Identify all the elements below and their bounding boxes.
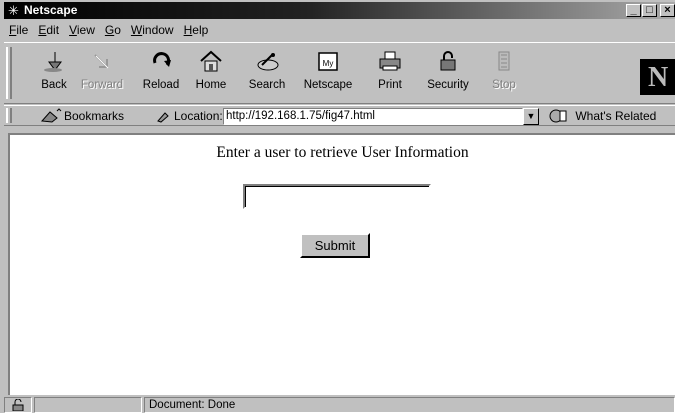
menu-edit[interactable]: Edit: [33, 21, 64, 39]
search-label: Search: [248, 79, 286, 91]
menu-help[interactable]: Help: [179, 21, 214, 39]
netscape-label: Netscape: [303, 79, 353, 91]
bookmarks-label: Bookmarks: [64, 109, 125, 123]
security-status-cell[interactable]: [4, 397, 32, 413]
maximize-button[interactable]: □: [642, 4, 657, 17]
print-label: Print: [378, 79, 402, 91]
page-prompt-text: Enter a user to retrieve User Informatio…: [216, 144, 469, 161]
stop-button[interactable]: Stop: [482, 49, 526, 101]
title-bar[interactable]: ✳ Netscape _ □ ×: [4, 2, 675, 19]
home-label: Home: [195, 79, 227, 91]
toolbar-grip[interactable]: [6, 47, 12, 99]
status-bar: Document: Done: [4, 396, 675, 413]
user-input-field[interactable]: [243, 184, 431, 209]
close-button[interactable]: ×: [660, 4, 675, 17]
browser-window: ✳ Netscape _ □ × File Edit View Go Windo…: [0, 0, 675, 413]
print-button[interactable]: Print: [368, 49, 412, 101]
page-proxy-icon[interactable]: [156, 109, 170, 123]
netscape-logo[interactable]: N: [640, 59, 675, 95]
navigation-toolbar: Back Forward Reload Home Search My Netsc…: [4, 42, 675, 104]
menu-file[interactable]: File: [4, 21, 33, 39]
bookmarks-button[interactable]: Bookmarks: [40, 108, 125, 124]
url-dropdown-button[interactable]: ▼: [523, 108, 539, 125]
menu-view[interactable]: View: [64, 21, 100, 39]
search-icon: [257, 53, 279, 71]
page-content: Enter a user to retrieve User Informatio…: [8, 133, 675, 395]
forward-label: Forward: [80, 79, 124, 91]
back-button[interactable]: Back: [34, 49, 74, 101]
stop-label: Stop: [492, 79, 516, 91]
my-netscape-icon: My: [318, 52, 338, 71]
printer-icon: [379, 51, 401, 71]
location-toolbar: Bookmarks Location: http://192.168.1.75/…: [4, 105, 675, 126]
minimize-button[interactable]: _: [626, 4, 641, 17]
forward-button[interactable]: Forward: [74, 49, 130, 101]
submit-button[interactable]: Submit: [300, 233, 370, 258]
menu-window[interactable]: Window: [126, 21, 179, 39]
netscape-button[interactable]: My Netscape: [296, 49, 360, 101]
home-button[interactable]: Home: [188, 49, 234, 101]
back-label: Back: [41, 79, 67, 91]
menu-bar: File Edit View Go Window Help: [4, 21, 213, 39]
search-button[interactable]: Search: [242, 49, 292, 101]
reload-label: Reload: [142, 79, 180, 91]
menu-go[interactable]: Go: [100, 21, 126, 39]
whats-related-label: What's Related: [575, 109, 657, 123]
home-icon: [200, 50, 222, 72]
url-input[interactable]: http://192.168.1.75/fig47.html: [223, 108, 523, 125]
reload-button[interactable]: Reload: [136, 49, 186, 101]
back-arrow-icon: [44, 52, 62, 72]
security-button[interactable]: Security: [420, 49, 476, 101]
security-label: Security: [427, 79, 469, 91]
location-label: Location:: [156, 108, 223, 124]
reload-icon: [153, 52, 171, 67]
netscape-app-icon[interactable]: ✳: [6, 3, 21, 18]
stop-icon: [498, 51, 510, 71]
svg-text:My: My: [323, 59, 334, 68]
location-toolbar-grip[interactable]: [6, 108, 12, 123]
whats-related-icon: [549, 109, 567, 123]
progress-cell: [34, 397, 142, 413]
forward-arrow-icon: [94, 54, 109, 69]
status-text: Document: Done: [144, 397, 675, 413]
padlock-icon: [440, 51, 456, 71]
window-title: Netscape: [24, 3, 78, 17]
security-status-icon: [12, 398, 24, 412]
bookmarks-icon: [40, 108, 62, 123]
whats-related-button[interactable]: What's Related: [548, 108, 656, 124]
